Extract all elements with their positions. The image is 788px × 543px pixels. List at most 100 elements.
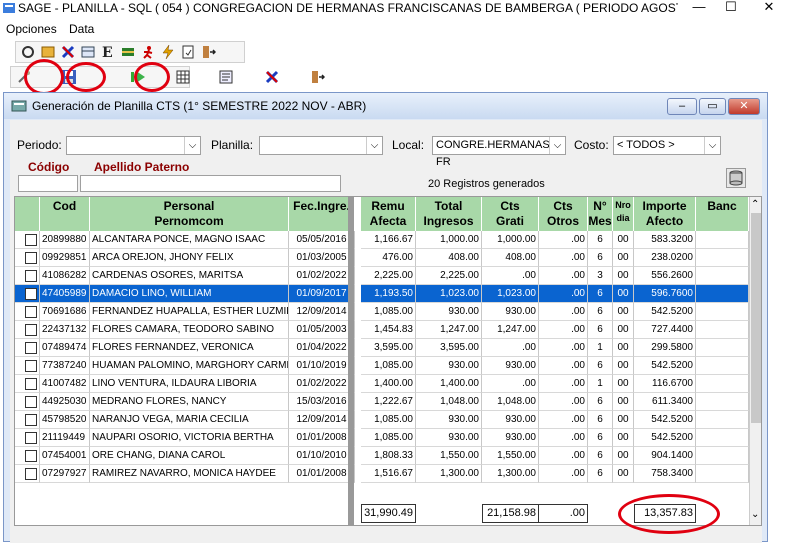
- table-cell: 1,000.00: [416, 231, 482, 249]
- box-icon[interactable]: [40, 44, 56, 60]
- table-row[interactable]: 41007482 LINO VENTURA, ILDAURA LIBORIA 01/…: [15, 375, 761, 393]
- report-icon[interactable]: [218, 69, 234, 85]
- row-checkbox[interactable]: [25, 468, 37, 480]
- table-cell: .00: [539, 447, 588, 465]
- row-checkbox[interactable]: [25, 378, 37, 390]
- bank-cell: [696, 267, 749, 285]
- column-header[interactable]: Total Ingresos: [416, 197, 482, 231]
- table-row[interactable]: 22437132 FLORES CAMARA, TEODORO SABINO 01/…: [15, 321, 761, 339]
- table-cell: 6: [588, 411, 613, 429]
- row-checkbox[interactable]: [25, 252, 37, 264]
- table-cell: 238.0200: [634, 249, 696, 267]
- table-row[interactable]: 21119449 NAUPARI OSORIO, VICTORIA BERTHA 0…: [15, 429, 761, 447]
- table-cell: 41007482: [40, 375, 90, 393]
- table-cell: 1,085.00: [361, 429, 416, 447]
- table-row[interactable]: 09929851 ARCA OREJON, JHONY FELIX 01/03/20…: [15, 249, 761, 267]
- table-row[interactable]: 07454001 ORE CHANG, DIANA CAROL 01/10/2010…: [15, 447, 761, 465]
- row-checkbox[interactable]: [25, 342, 37, 354]
- table-cell: .00: [539, 303, 588, 321]
- table-row[interactable]: 47405989 DAMACIO LINO, WILLIAM 01/09/2017 1…: [15, 285, 761, 303]
- child-close-button[interactable]: ✕: [728, 98, 760, 115]
- column-header[interactable]: Importe Afecto: [634, 197, 696, 231]
- cross-icon[interactable]: [60, 44, 76, 60]
- planilla-select[interactable]: ⌵: [259, 136, 383, 155]
- table-row[interactable]: 45798520 NARANJO VEGA, MARIA CECILIA 12/09…: [15, 411, 761, 429]
- column-header[interactable]: Fec.Ingre.: [289, 197, 355, 231]
- table-cell: 299.5800: [634, 339, 696, 357]
- table-cell: 00: [613, 303, 634, 321]
- maximize-button[interactable]: ☐: [716, 0, 746, 18]
- delete-icon[interactable]: [264, 69, 280, 85]
- table-cell: .00: [539, 465, 588, 483]
- table-cell: 3: [588, 267, 613, 285]
- row-checkbox[interactable]: [25, 288, 37, 300]
- lightning-icon[interactable]: [160, 44, 176, 60]
- periodo-select[interactable]: ⌵: [66, 136, 201, 155]
- table-row[interactable]: 77387240 HUAMAN PALOMINO, MARGHORY CARMEN…: [15, 357, 761, 375]
- annotation-circle-play: [66, 62, 106, 92]
- scrollbar-thumb[interactable]: [751, 213, 761, 423]
- row-checkbox[interactable]: [25, 396, 37, 408]
- row-checkbox[interactable]: [25, 270, 37, 282]
- row-checkbox[interactable]: [25, 450, 37, 462]
- local-select[interactable]: CONGRE.HERMANAS FR ⌵: [432, 136, 566, 168]
- scroll-up-icon[interactable]: ⌃: [751, 199, 759, 210]
- document-icon[interactable]: [180, 44, 196, 60]
- scroll-down-icon[interactable]: ⌄: [751, 509, 759, 520]
- table-row[interactable]: 07489474 FLORES FERNANDEZ, VERONICA 01/04/…: [15, 339, 761, 357]
- row-checkbox[interactable]: [25, 432, 37, 444]
- local-label: Local:: [392, 138, 425, 152]
- child-restore-button[interactable]: ▭: [699, 98, 726, 115]
- table-row[interactable]: 44925030 MEDRANO FLORES, NANCY 15/03/2016 1…: [15, 393, 761, 411]
- column-header[interactable]: N° Mes: [588, 197, 613, 231]
- run-icon[interactable]: [140, 44, 156, 60]
- table-row[interactable]: 41086282 CARDENAS OSORES, MARITSA 01/02/20…: [15, 267, 761, 285]
- data-grid[interactable]: Cod Personal Pernomcom Fec.Ingre. Remu Afec…: [14, 196, 762, 526]
- close-button[interactable]: ✕: [754, 0, 784, 18]
- column-splitter[interactable]: [348, 197, 354, 525]
- exit-door-icon[interactable]: [200, 44, 217, 60]
- database-icon[interactable]: [726, 168, 746, 188]
- column-header[interactable]: Personal Pernomcom: [90, 197, 289, 231]
- row-checkbox[interactable]: [25, 306, 37, 318]
- table-cell: 01/02/2022: [289, 267, 355, 285]
- apellido-label: Apellido Paterno: [94, 160, 190, 174]
- form-icon[interactable]: [80, 44, 96, 60]
- costo-select[interactable]: < TODOS > ⌵: [613, 136, 721, 155]
- table-cell: 00: [613, 393, 634, 411]
- column-header[interactable]: Nro dia: [613, 197, 634, 231]
- table-cell: 12/09/2014: [289, 411, 355, 429]
- codigo-input[interactable]: [18, 175, 78, 192]
- exit-door-icon[interactable]: [309, 69, 326, 85]
- column-header[interactable]: Remu Afecta: [361, 197, 416, 231]
- vertical-scrollbar[interactable]: ⌃ ⌄: [749, 197, 761, 525]
- row-checkbox[interactable]: [25, 360, 37, 372]
- column-header[interactable]: Cts Otros: [539, 197, 588, 231]
- apellido-input[interactable]: [80, 175, 341, 192]
- row-checkbox-cell: [15, 393, 40, 411]
- books-icon[interactable]: [120, 44, 136, 60]
- minimize-button[interactable]: —: [684, 0, 714, 18]
- table-cell: 41086282: [40, 267, 90, 285]
- table-cell: .00: [539, 231, 588, 249]
- column-header[interactable]: Cts Grati: [482, 197, 539, 231]
- row-checkbox[interactable]: [25, 324, 37, 336]
- menu-data[interactable]: Data: [69, 22, 94, 36]
- table-row[interactable]: 20899880 ALCANTARA PONCE, MAGNO ISAAC 05/0…: [15, 231, 761, 249]
- table-cell: 00: [613, 321, 634, 339]
- column-header[interactable]: Cod: [40, 197, 90, 231]
- row-checkbox[interactable]: [25, 234, 37, 246]
- menu-opciones[interactable]: Opciones: [6, 22, 57, 36]
- table-cell: 1: [588, 375, 613, 393]
- column-header[interactable]: Banc: [696, 197, 749, 231]
- row-checkbox[interactable]: [25, 414, 37, 426]
- grid-icon[interactable]: [175, 69, 191, 85]
- header-select[interactable]: [15, 197, 40, 231]
- table-row[interactable]: 07297927 RAMIREZ NAVARRO, MONICA HAYDEE 01…: [15, 465, 761, 483]
- child-minimize-button[interactable]: –: [667, 98, 697, 115]
- table-cell: 930.00: [482, 303, 539, 321]
- tools-icon[interactable]: [20, 44, 36, 60]
- table-cell: 1,085.00: [361, 411, 416, 429]
- table-row[interactable]: 70691686 FERNANDEZ HUAPALLA, ESTHER LUZMI…: [15, 303, 761, 321]
- letter-e-icon[interactable]: E: [100, 44, 116, 61]
